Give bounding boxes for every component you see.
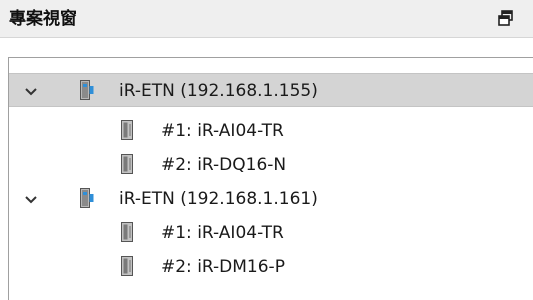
- tree-node-label: iR-ETN (192.168.1.155): [119, 81, 318, 101]
- tree-node-label: #2: iR-DM16-P: [161, 257, 285, 277]
- tree-node-adapter[interactable]: iR-ETN (192.168.1.155): [9, 73, 533, 107]
- tree-node-label: #1: iR-AI04-TR: [161, 223, 284, 243]
- io-module-icon: [121, 256, 135, 276]
- tree-node-label: #1: iR-AI04-TR: [161, 121, 284, 141]
- tree-node-module[interactable]: #2: iR-DM16-P: [9, 250, 533, 284]
- tree-node-module[interactable]: #1: iR-AI04-TR: [9, 114, 533, 148]
- tree-node-label: #2: iR-DQ16-N: [161, 155, 287, 175]
- tree-node-module[interactable]: #2: iR-DQ16-N: [9, 148, 533, 182]
- panel-title: 專案視窗: [9, 9, 77, 29]
- tree-node-adapter[interactable]: iR-ETN (192.168.1.161): [9, 182, 533, 216]
- tree-node-label: iR-ETN (192.168.1.161): [119, 189, 318, 209]
- panel-header: 專案視窗: [0, 0, 533, 38]
- io-module-icon: [121, 222, 135, 242]
- project-tree[interactable]: iR-ETN (192.168.1.155) #1: iR-AI04-TR #2…: [8, 57, 533, 300]
- chevron-down-icon[interactable]: [24, 192, 38, 206]
- chevron-down-icon[interactable]: [24, 84, 38, 98]
- io-module-icon: [121, 120, 135, 140]
- network-adapter-icon: [80, 188, 94, 208]
- io-module-icon: [121, 154, 135, 174]
- float-window-icon[interactable]: [497, 9, 515, 27]
- tree-node-module[interactable]: #1: iR-AI04-TR: [9, 216, 533, 250]
- network-adapter-icon: [80, 80, 94, 100]
